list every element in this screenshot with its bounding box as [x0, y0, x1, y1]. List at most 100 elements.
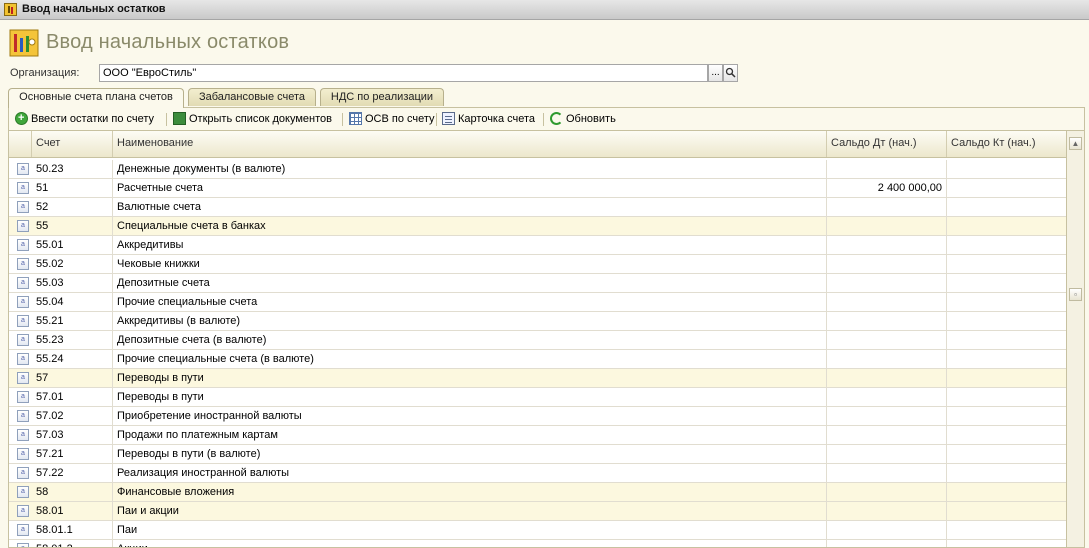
debit-cell[interactable]	[827, 369, 947, 387]
credit-cell[interactable]	[947, 236, 1066, 254]
account-cell[interactable]: 55.04	[32, 293, 113, 311]
debit-cell[interactable]	[827, 464, 947, 482]
name-cell[interactable]: Денежные документы (в валюте)	[113, 160, 827, 178]
debit-cell[interactable]	[827, 445, 947, 463]
account-cell[interactable]: 55	[32, 217, 113, 235]
debit-cell[interactable]	[827, 502, 947, 520]
table-row[interactable]: a 55.21 Аккредитивы (в валюте)	[9, 312, 1066, 331]
credit-cell[interactable]	[947, 217, 1066, 235]
debit-cell[interactable]	[827, 331, 947, 349]
credit-cell[interactable]	[947, 445, 1066, 463]
credit-cell[interactable]	[947, 350, 1066, 368]
name-cell[interactable]: Акции	[113, 540, 827, 547]
debit-cell[interactable]	[827, 388, 947, 406]
account-cell[interactable]: 57.21	[32, 445, 113, 463]
credit-cell[interactable]	[947, 521, 1066, 539]
table-row[interactable]: a 55.04 Прочие специальные счета	[9, 293, 1066, 312]
account-cell[interactable]: 55.21	[32, 312, 113, 330]
name-cell[interactable]: Аккредитивы	[113, 236, 827, 254]
table-row[interactable]: a 51 Расчетные счета 2 400 000,00	[9, 179, 1066, 198]
table-row[interactable]: a 50.23 Денежные документы (в валюте)	[9, 160, 1066, 179]
name-cell[interactable]: Аккредитивы (в валюте)	[113, 312, 827, 330]
debit-cell[interactable]: 2 400 000,00	[827, 179, 947, 197]
name-cell[interactable]: Переводы в пути	[113, 369, 827, 387]
account-cell[interactable]: 55.23	[32, 331, 113, 349]
account-cell[interactable]: 57.03	[32, 426, 113, 444]
account-cell[interactable]: 52	[32, 198, 113, 216]
scroll-thumb[interactable]: ▫	[1069, 288, 1082, 301]
table-row[interactable]: a 57 Переводы в пути	[9, 369, 1066, 388]
table-row[interactable]: a 57.21 Переводы в пути (в валюте)	[9, 445, 1066, 464]
credit-cell[interactable]	[947, 274, 1066, 292]
debit-cell[interactable]	[827, 521, 947, 539]
table-row[interactable]: a 58.01.1 Паи	[9, 521, 1066, 540]
debit-cell[interactable]	[827, 293, 947, 311]
account-cell[interactable]: 58.01	[32, 502, 113, 520]
name-cell[interactable]: Переводы в пути	[113, 388, 827, 406]
column-header-credit[interactable]: Сальдо Кт (нач.)	[947, 131, 1066, 157]
credit-cell[interactable]	[947, 331, 1066, 349]
table-row[interactable]: a 58 Финансовые вложения	[9, 483, 1066, 502]
credit-cell[interactable]	[947, 179, 1066, 197]
column-header-account[interactable]: Счет	[32, 131, 113, 157]
table-row[interactable]: a 57.22 Реализация иностранной валюты	[9, 464, 1066, 483]
name-cell[interactable]: Валютные счета	[113, 198, 827, 216]
accounts-table[interactable]: Счет Наименование Сальдо Дт (нач.) Сальд…	[8, 130, 1067, 548]
select-organization-button[interactable]: ...	[708, 64, 723, 82]
table-row[interactable]: a 57.01 Переводы в пути	[9, 388, 1066, 407]
open-documents-button[interactable]: Открыть список документов	[173, 111, 332, 127]
debit-cell[interactable]	[827, 236, 947, 254]
name-cell[interactable]: Паи и акции	[113, 502, 827, 520]
name-cell[interactable]: Реализация иностранной валюты	[113, 464, 827, 482]
name-cell[interactable]: Депозитные счета (в валюте)	[113, 331, 827, 349]
table-row[interactable]: a 55 Специальные счета в банках	[9, 217, 1066, 236]
debit-cell[interactable]	[827, 255, 947, 273]
credit-cell[interactable]	[947, 255, 1066, 273]
credit-cell[interactable]	[947, 464, 1066, 482]
osv-button[interactable]: ОСВ по счету	[349, 111, 435, 127]
tab-off-balance-accounts[interactable]: Забалансовые счета	[188, 88, 316, 106]
name-cell[interactable]: Расчетные счета	[113, 179, 827, 197]
table-row[interactable]: a 55.03 Депозитные счета	[9, 274, 1066, 293]
column-header-name[interactable]: Наименование	[113, 131, 827, 157]
credit-cell[interactable]	[947, 198, 1066, 216]
credit-cell[interactable]	[947, 502, 1066, 520]
account-cell[interactable]: 57.02	[32, 407, 113, 425]
table-row[interactable]: a 55.23 Депозитные счета (в валюте)	[9, 331, 1066, 350]
debit-cell[interactable]	[827, 198, 947, 216]
table-row[interactable]: a 52 Валютные счета	[9, 198, 1066, 217]
credit-cell[interactable]	[947, 426, 1066, 444]
account-cell[interactable]: 50.23	[32, 160, 113, 178]
name-cell[interactable]: Финансовые вложения	[113, 483, 827, 501]
account-cell[interactable]: 57.01	[32, 388, 113, 406]
credit-cell[interactable]	[947, 388, 1066, 406]
table-row[interactable]: a 55.02 Чековые книжки	[9, 255, 1066, 274]
account-cell[interactable]: 57.22	[32, 464, 113, 482]
name-cell[interactable]: Прочие специальные счета	[113, 293, 827, 311]
name-cell[interactable]: Продажи по платежным картам	[113, 426, 827, 444]
account-card-button[interactable]: Карточка счета	[442, 111, 535, 127]
credit-cell[interactable]	[947, 160, 1066, 178]
credit-cell[interactable]	[947, 483, 1066, 501]
table-row[interactable]: a 57.02 Приобретение иностранной валюты	[9, 407, 1066, 426]
account-cell[interactable]: 58.01.2	[32, 540, 113, 547]
debit-cell[interactable]	[827, 483, 947, 501]
account-cell[interactable]: 51	[32, 179, 113, 197]
scroll-up-icon[interactable]: ▲	[1069, 137, 1082, 150]
organization-field[interactable]: ООО "ЕвроСтиль"	[99, 64, 708, 82]
credit-cell[interactable]	[947, 407, 1066, 425]
debit-cell[interactable]	[827, 407, 947, 425]
account-cell[interactable]: 55.24	[32, 350, 113, 368]
column-header-debit[interactable]: Сальдо Дт (нач.)	[827, 131, 947, 157]
vertical-scrollbar[interactable]: ▲ ▫	[1067, 130, 1085, 548]
name-cell[interactable]: Паи	[113, 521, 827, 539]
name-cell[interactable]: Прочие специальные счета (в валюте)	[113, 350, 827, 368]
debit-cell[interactable]	[827, 274, 947, 292]
account-cell[interactable]: 55.02	[32, 255, 113, 273]
name-cell[interactable]: Чековые книжки	[113, 255, 827, 273]
refresh-button[interactable]: Обновить	[550, 111, 616, 127]
name-cell[interactable]: Переводы в пути (в валюте)	[113, 445, 827, 463]
name-cell[interactable]: Специальные счета в банках	[113, 217, 827, 235]
credit-cell[interactable]	[947, 293, 1066, 311]
account-cell[interactable]: 57	[32, 369, 113, 387]
